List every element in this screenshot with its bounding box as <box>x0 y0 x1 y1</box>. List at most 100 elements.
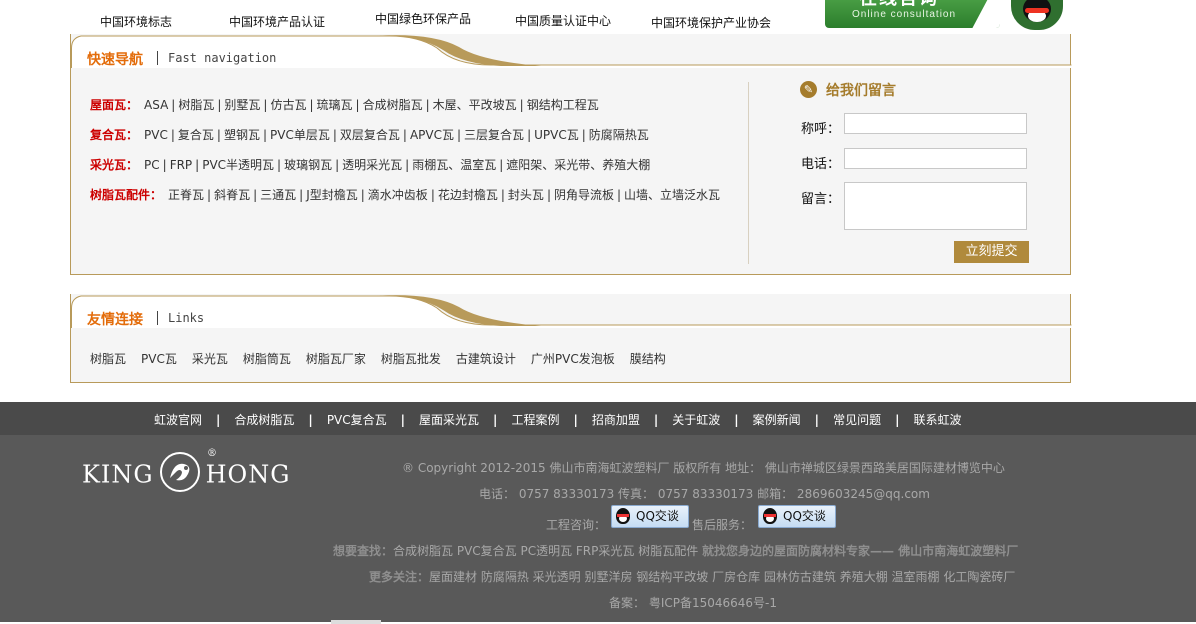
top-link-environment-mark[interactable]: 中国环境标志 <box>100 13 172 30</box>
item-separator: | <box>162 158 167 172</box>
top-certification-strip: 中国环境标志 中国环境产品认证 中国绿色环保产品 中国质量认证中心 中国环境保护… <box>0 0 1196 34</box>
item-separator: | <box>405 158 410 172</box>
friend-link[interactable]: 采光瓦 <box>192 352 228 366</box>
quick-nav-link[interactable]: 三通瓦 <box>260 188 296 202</box>
quick-nav-link[interactable]: 山墙、立墙泛水瓦 <box>624 188 720 202</box>
quick-nav-link[interactable]: 钢结构工程瓦 <box>527 98 599 112</box>
quick-nav-link[interactable]: PVC单层瓦 <box>270 128 330 142</box>
search-slogan: 就找您身边的屋面防腐材料专家—— 佛山市南海虹波塑料厂 <box>702 544 1019 558</box>
quick-nav-link[interactable]: 仿古瓦 <box>270 98 306 112</box>
name-label: 称呼： <box>801 122 841 137</box>
bottom-badge <box>331 620 381 624</box>
links-title: 友情连接 <box>87 312 143 328</box>
footer: 虹波官网 | 合成树脂瓦 | PVC复合瓦 | 屋面采光瓦 | 工程案例 | 招商加盟 | 关于虹波 | 案… <box>0 402 1196 624</box>
footer-nav-link[interactable]: 招商加盟 <box>592 413 640 427</box>
quick-nav-link[interactable]: PVC半透明瓦 <box>202 158 274 172</box>
quick-nav-category: 树脂瓦配件： <box>90 188 163 202</box>
friend-link[interactable]: 树脂筒瓦 <box>243 352 291 366</box>
footer-nav-link[interactable]: 关于虹波 <box>672 413 720 427</box>
item-separator: | <box>500 188 505 202</box>
quick-nav-row: 复合瓦： PVC | 复合瓦 | 塑钢瓦 | PVC单层瓦 | 双层复合瓦 | APVC瓦 | 三层复合瓦… <box>90 126 649 143</box>
quick-nav-link[interactable]: 三层复合瓦 <box>464 128 524 142</box>
footer-nav-link[interactable]: PVC复合瓦 <box>327 413 387 427</box>
quick-nav-link[interactable]: PVC <box>144 128 168 142</box>
item-separator: | <box>581 128 586 142</box>
quick-nav-link[interactable]: 琉璃瓦 <box>317 98 353 112</box>
quick-nav-link[interactable]: 雨棚瓦、温室瓦 <box>412 158 496 172</box>
footer-nav-link[interactable]: 案例新闻 <box>753 413 801 427</box>
friend-link[interactable]: 广州PVC发泡板 <box>531 352 615 366</box>
quick-nav-link[interactable]: 阴角导流板 <box>554 188 614 202</box>
message-icon: ✎ <box>800 81 817 98</box>
online-consultation-button[interactable]: 在线咨询 Online consultation <box>825 0 1000 28</box>
friend-link[interactable]: 膜结构 <box>630 352 666 366</box>
quick-nav-category: 采光瓦： <box>90 158 139 172</box>
qq-chat-label: QQ交谈 <box>783 509 826 523</box>
message-textarea[interactable] <box>844 182 1027 230</box>
friend-link[interactable]: 树脂瓦批发 <box>381 352 441 366</box>
quick-nav-link[interactable]: 封头瓦 <box>508 188 544 202</box>
item-separator: | <box>262 128 268 142</box>
message-title: 给我们留言 <box>826 83 896 99</box>
item-separator: | <box>216 128 221 142</box>
friend-link[interactable]: 树脂瓦厂家 <box>306 352 366 366</box>
qq-penguin-icon[interactable] <box>1011 0 1063 30</box>
registered-mark: ® <box>207 448 218 459</box>
footer-nav-link[interactable]: 联系虹波 <box>913 413 961 427</box>
quick-nav-link[interactable]: 木屋、平改坡瓦 <box>433 98 517 112</box>
top-link-quality-center[interactable]: 中国质量认证中心 <box>515 12 611 29</box>
footer-nav-link[interactable]: 工程案例 <box>511 413 559 427</box>
more-text: 屋面建材 防腐隔热 采光透明 别墅洋房 钢结构平改坡 厂房仓库 园林仿古建筑 养… <box>429 570 1016 584</box>
quick-nav-link[interactable]: 塑钢瓦 <box>224 128 260 142</box>
top-link-environment-product-cert[interactable]: 中国环境产品认证 <box>229 13 325 30</box>
qq-chat-button-aftersale[interactable]: QQ交谈 <box>758 505 836 528</box>
footer-nav-bar: 虹波官网 | 合成树脂瓦 | PVC复合瓦 | 屋面采光瓦 | 工程案例 | 招商加盟 | 关于虹波 | 案… <box>0 402 1196 435</box>
quick-nav-link[interactable]: 复合瓦 <box>178 128 214 142</box>
quick-nav-link[interactable]: 遮阳架、采光带、养殖大棚 <box>506 158 650 172</box>
panel-divider <box>748 82 749 264</box>
footer-nav-link[interactable]: 屋面采光瓦 <box>419 413 479 427</box>
phone-input[interactable] <box>844 148 1027 169</box>
item-separator: | <box>335 158 340 172</box>
footer-nav-separator: | <box>493 413 498 427</box>
footer-nav-link[interactable]: 常见问题 <box>833 413 881 427</box>
item-separator: | <box>207 188 212 202</box>
submit-button[interactable]: 立刻提交 <box>954 241 1029 263</box>
top-link-green-product[interactable]: 中国绿色环保产品 <box>375 10 471 27</box>
top-link-protection-association[interactable]: 中国环境保护产业协会 <box>651 14 771 31</box>
footer-nav-separator: | <box>400 413 406 427</box>
quick-nav-link[interactable]: 透明采光瓦 <box>342 158 402 172</box>
footer-nav-link[interactable]: 合成树脂瓦 <box>234 413 294 427</box>
footer-nav-separator: | <box>573 413 578 427</box>
friend-link[interactable]: 树脂瓦 <box>90 352 126 366</box>
quick-nav-link[interactable]: 别墅瓦 <box>224 98 260 112</box>
quick-nav-link[interactable]: 花边封檐瓦 <box>438 188 498 202</box>
quick-nav-link[interactable]: 树脂瓦 <box>178 98 214 112</box>
item-separator: | <box>195 158 200 172</box>
quick-nav-link[interactable]: PC <box>144 158 160 172</box>
quick-nav-link[interactable]: APVC瓦 <box>410 128 454 142</box>
qq-chat-button-consult[interactable]: QQ交谈 <box>611 505 689 528</box>
footer-nav-link[interactable]: 虹波官网 <box>154 413 202 427</box>
quick-nav-link[interactable]: 正脊瓦 <box>168 188 204 202</box>
quick-nav-link[interactable]: 斜脊瓦 <box>214 188 250 202</box>
quick-nav-link[interactable]: UPVC瓦 <box>534 128 579 142</box>
quick-nav-link[interactable]: J型封檐瓦 <box>306 188 358 202</box>
quick-nav-link[interactable]: ASA <box>144 98 168 112</box>
quick-nav-link[interactable]: 双层复合瓦 <box>340 128 400 142</box>
quick-nav-link[interactable]: 玻璃钢瓦 <box>284 158 332 172</box>
footer-nav-links: 虹波官网 | 合成树脂瓦 | PVC复合瓦 | 屋面采光瓦 | 工程案例 | 招商加盟 | 关于虹波 | 案… <box>0 411 1196 428</box>
quick-nav-link[interactable]: 滴水冲齿板 <box>368 188 428 202</box>
quick-nav-title: 快速导航 <box>87 52 143 68</box>
quick-nav-link[interactable]: 合成树脂瓦 <box>363 98 423 112</box>
friend-link[interactable]: 古建筑设计 <box>456 352 516 366</box>
quick-nav-link[interactable]: 防腐隔热瓦 <box>589 128 649 142</box>
item-separator: | <box>217 98 222 112</box>
quick-nav-link[interactable]: FRP <box>170 158 192 172</box>
quick-nav-row: 采光瓦： PC | FRP | PVC半透明瓦 | 玻璃钢瓦 | 透明采光瓦 | 雨棚瓦、温室瓦 | 遮阳… <box>90 156 650 173</box>
friend-link[interactable]: PVC瓦 <box>141 352 177 366</box>
footer-nav-separator: | <box>734 413 739 427</box>
name-input[interactable] <box>844 113 1027 134</box>
item-separator: | <box>519 98 524 112</box>
title-separator <box>157 51 158 65</box>
